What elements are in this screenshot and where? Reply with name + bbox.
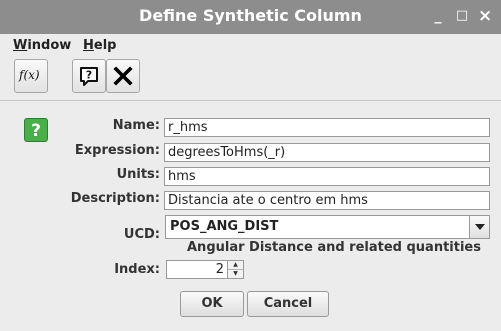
expression-label: Expression: [74,143,160,158]
index-value: 2 [215,262,224,277]
ucd-dropdown-button[interactable] [469,216,489,238]
ucd-description: Angular Distance and related quantities [187,240,481,255]
help-button[interactable]: ? [72,59,106,93]
menu-help-mnemonic: H [83,38,94,53]
menu-help-rest: elp [93,38,117,53]
ucd-label: UCD: [123,227,160,242]
description-label: Description: [70,191,160,206]
ucd-selected-value: POS_ANG_DIST [170,219,279,234]
spinner-buttons: ▲ ▼ [227,261,243,278]
index-label: Index: [114,262,160,277]
help-bubble-icon: ? [80,67,98,86]
index-spinner[interactable]: 2 ▲ ▼ [166,260,244,279]
spinner-up-icon[interactable]: ▲ [228,261,243,270]
ok-button[interactable]: OK [180,291,244,317]
minimize-icon[interactable]: _ [431,7,445,25]
menu-help[interactable]: Help [83,38,116,53]
function-icon: f(x) [19,68,40,82]
close-window-icon[interactable]: × [478,7,492,25]
units-field[interactable]: hms [164,167,490,186]
function-button[interactable]: f(x) [14,59,48,93]
ucd-combobox[interactable]: POS_ANG_DIST [165,215,490,239]
menu-window-mnemonic: W [13,38,28,53]
name-label: Name: [112,118,160,133]
svg-text:?: ? [86,69,92,82]
name-field[interactable]: r_hms [164,118,490,137]
chevron-down-icon [475,224,485,230]
define-synthetic-column-dialog: Define Synthetic Column _ □ × Window Hel… [0,0,501,331]
menu-window-rest: indow [27,38,72,53]
cancel-button[interactable]: Cancel [247,291,329,317]
menu-window[interactable]: Window [13,38,71,53]
title-bar[interactable]: Define Synthetic Column _ □ × [0,0,501,34]
spinner-down-icon[interactable]: ▼ [228,270,243,278]
menu-bar: Window Help [0,34,501,56]
close-x-icon [113,66,133,86]
question-mark-icon[interactable]: ? [24,118,48,142]
toolbar: f(x) ? [0,56,501,101]
maximize-icon[interactable]: □ [455,7,469,25]
units-label: Units: [116,167,160,182]
description-field[interactable]: Distancia ate o centro em hms [164,191,490,210]
expression-field[interactable]: degreesToHms(_r) [164,143,490,162]
window-title: Define Synthetic Column [139,6,362,25]
close-button[interactable] [106,59,140,93]
